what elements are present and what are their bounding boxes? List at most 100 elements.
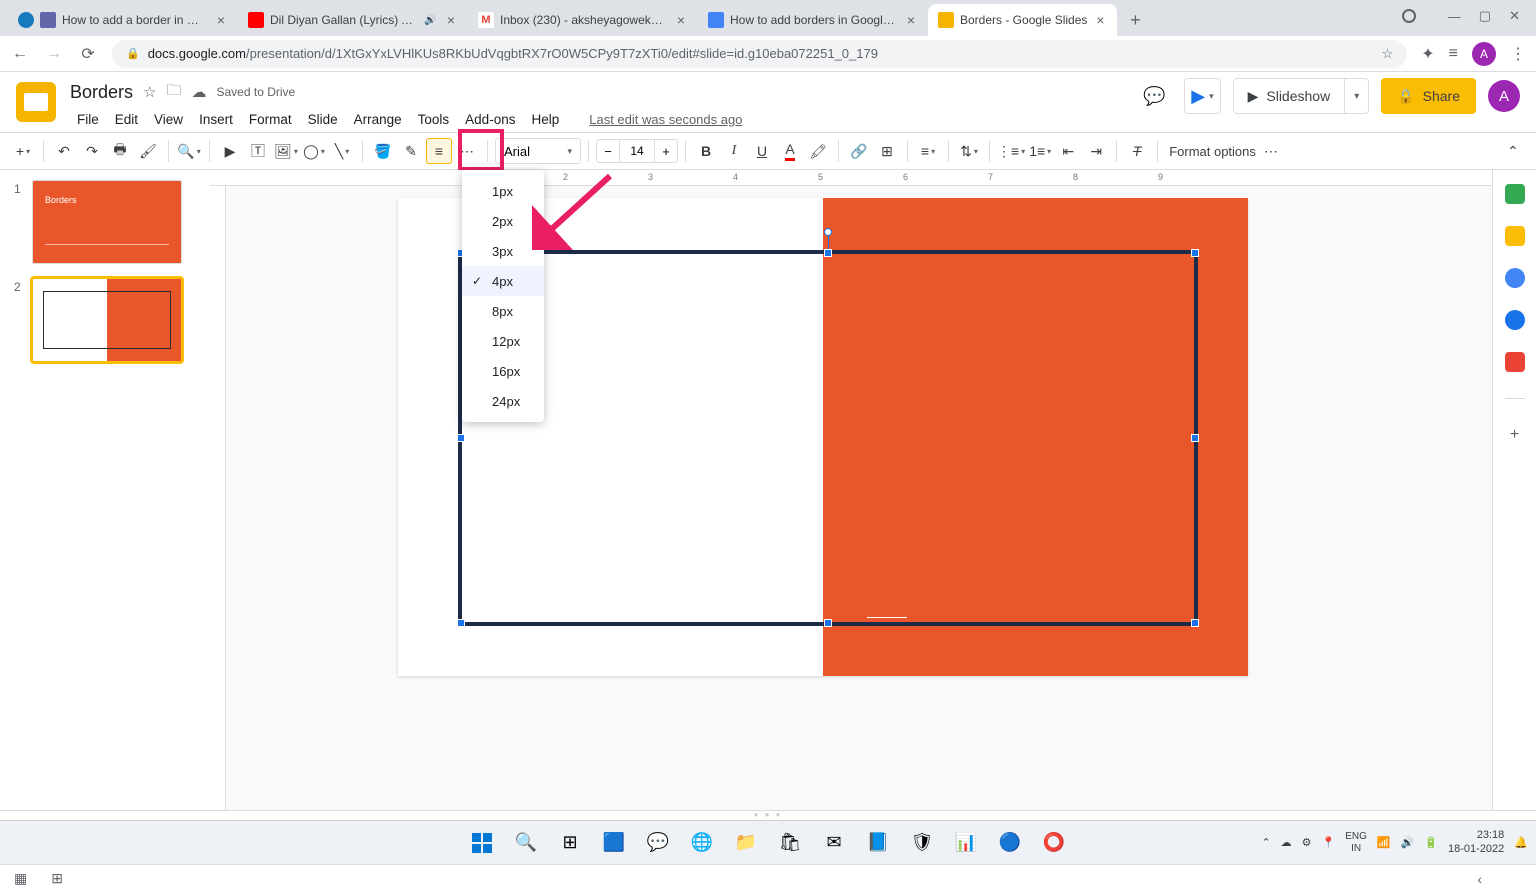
widgets-button[interactable]: 🟦 <box>595 824 633 862</box>
slideshow-button[interactable]: ▶Slideshow <box>1234 88 1345 105</box>
resize-handle[interactable] <box>1191 434 1199 442</box>
border-color-button[interactable]: ✎ <box>398 138 424 164</box>
minimize-button[interactable]: — <box>1448 9 1461 24</box>
close-icon[interactable]: × <box>674 13 688 27</box>
line-spacing-button[interactable]: ⇅ <box>956 138 982 164</box>
menu-format[interactable]: Format <box>242 109 299 130</box>
font-size-decrease[interactable]: − <box>596 139 620 163</box>
grid-view-icon[interactable]: ⊞ <box>51 870 63 887</box>
filmstrip-view-icon[interactable]: ▦ <box>14 870 27 887</box>
link-button[interactable]: 🔗 <box>846 138 872 164</box>
indent-decrease-button[interactable]: ⇤ <box>1055 138 1081 164</box>
last-edit-link[interactable]: Last edit was seconds ago <box>582 109 749 130</box>
contacts-icon[interactable] <box>1505 310 1525 330</box>
more-button[interactable]: ⋯ <box>1258 138 1284 164</box>
app-button[interactable]: ⭕ <box>1035 824 1073 862</box>
mcafee-button[interactable]: 🛡 <box>903 824 941 862</box>
store-button[interactable]: 🛍 <box>771 824 809 862</box>
location-icon[interactable]: 📍 <box>1322 836 1336 849</box>
text-color-button[interactable]: A <box>777 138 803 164</box>
close-icon[interactable]: × <box>904 13 918 27</box>
share-button[interactable]: 🔒Share <box>1381 78 1476 114</box>
notifications-icon[interactable]: 🔔 <box>1514 836 1528 849</box>
tasks-icon[interactable] <box>1505 268 1525 288</box>
search-button[interactable]: 🔍 <box>507 824 545 862</box>
tray-icon[interactable]: ⚙ <box>1302 836 1312 849</box>
image-tool[interactable]: 🖼 <box>273 138 299 164</box>
browser-tab[interactable]: How to add borders in Google Sl × <box>698 4 928 36</box>
comment-button[interactable]: ⊞ <box>874 138 900 164</box>
edge-button[interactable]: 🌐 <box>683 824 721 862</box>
browser-tab[interactable]: Dil Diyan Gallan (Lyrics) Atif A 🔊 × <box>238 4 468 36</box>
bookmark-icon[interactable]: ☆ <box>1382 46 1394 62</box>
indent-increase-button[interactable]: ⇥ <box>1083 138 1109 164</box>
underline-button[interactable]: U <box>749 138 775 164</box>
reload-button[interactable]: ⟳ <box>78 44 98 64</box>
maps-icon[interactable] <box>1505 352 1525 372</box>
font-size-input[interactable]: 14 <box>620 139 654 163</box>
task-view-button[interactable]: ⊞ <box>551 824 589 862</box>
tray-chevron[interactable]: ⌃ <box>1261 836 1270 849</box>
close-icon[interactable]: × <box>214 13 228 27</box>
redo-button[interactable]: ↷ <box>79 138 105 164</box>
align-button[interactable]: ≡ <box>915 138 941 164</box>
maximize-button[interactable]: ▢ <box>1479 8 1491 24</box>
onedrive-icon[interactable]: ☁ <box>1281 836 1292 849</box>
border-weight-option[interactable]: 24px <box>462 386 544 416</box>
border-weight-option[interactable]: 2px <box>462 206 544 236</box>
border-weight-button[interactable]: ≡ <box>426 138 452 164</box>
cloud-icon[interactable]: ☁ <box>192 83 207 101</box>
menu-edit[interactable]: Edit <box>108 109 145 130</box>
menu-arrange[interactable]: Arrange <box>347 109 409 130</box>
shape-tool[interactable]: ◯ <box>301 138 327 164</box>
border-weight-option[interactable]: 16px <box>462 356 544 386</box>
zoom-button[interactable]: 🔍 <box>176 138 202 164</box>
menu-slide[interactable]: Slide <box>301 109 345 130</box>
new-slide-button[interactable]: + <box>10 138 36 164</box>
chrome-button[interactable]: 🔵 <box>991 824 1029 862</box>
back-button[interactable]: ← <box>10 45 30 63</box>
clear-format-button[interactable]: T <box>1124 138 1150 164</box>
print-button[interactable]: 🖶 <box>107 138 133 164</box>
slide-thumbnail[interactable]: 2 <box>14 278 196 362</box>
rotation-handle[interactable] <box>824 228 832 236</box>
format-options-button[interactable]: Format options <box>1169 144 1256 159</box>
wifi-icon[interactable]: 📶 <box>1377 836 1391 849</box>
add-panel-icon[interactable]: + <box>1505 425 1525 445</box>
border-weight-option[interactable]: 8px <box>462 296 544 326</box>
border-weight-option[interactable]: 12px <box>462 326 544 356</box>
undo-button[interactable]: ↶ <box>51 138 77 164</box>
present-dropdown[interactable]: ▶▾ <box>1184 78 1220 114</box>
paint-format-button[interactable]: 🖌 <box>135 138 161 164</box>
number-list-button[interactable]: 1≡ <box>1027 138 1053 164</box>
border-weight-option-selected[interactable]: 4px <box>462 266 544 296</box>
language-indicator[interactable]: ENGIN <box>1345 831 1367 855</box>
browser-tab[interactable]: M Inbox (230) - aksheyagowekar19 × <box>468 4 698 36</box>
collapse-toolbar-button[interactable]: ⌃ <box>1500 138 1526 164</box>
close-window-button[interactable]: ✕ <box>1509 8 1520 24</box>
resize-handle[interactable] <box>457 619 465 627</box>
resize-handle[interactable] <box>1191 619 1199 627</box>
menu-view[interactable]: View <box>147 109 190 130</box>
clock[interactable]: 23:1818-01-2022 <box>1448 829 1504 855</box>
slideshow-options[interactable]: ▾ <box>1344 79 1368 113</box>
browser-tab-active[interactable]: Borders - Google Slides × <box>928 4 1117 36</box>
profile-avatar[interactable]: A <box>1472 42 1496 66</box>
slides-logo[interactable] <box>16 82 56 122</box>
calendar-icon[interactable] <box>1505 184 1525 204</box>
start-button[interactable] <box>463 824 501 862</box>
close-icon[interactable]: × <box>444 13 458 27</box>
url-input[interactable]: 🔒 docs.google.com/presentation/d/1XtGxYx… <box>112 40 1407 68</box>
explorer-button[interactable]: 📁 <box>727 824 765 862</box>
border-weight-option[interactable]: 3px <box>462 236 544 266</box>
comments-icon[interactable]: 💬 <box>1136 78 1172 114</box>
bold-button[interactable]: B <box>693 138 719 164</box>
resize-handle[interactable] <box>824 619 832 627</box>
canvas[interactable]: 1 2 3 4 5 6 7 8 9 <box>210 170 1492 810</box>
battery-icon[interactable]: 🔋 <box>1424 836 1438 849</box>
slide-thumbnail[interactable]: 1 <box>14 180 196 264</box>
line-tool[interactable]: ╲ <box>329 138 355 164</box>
resize-handle[interactable] <box>824 249 832 257</box>
collapse-filmstrip-icon[interactable]: ‹ <box>1477 871 1482 887</box>
close-icon[interactable]: × <box>1093 13 1107 27</box>
